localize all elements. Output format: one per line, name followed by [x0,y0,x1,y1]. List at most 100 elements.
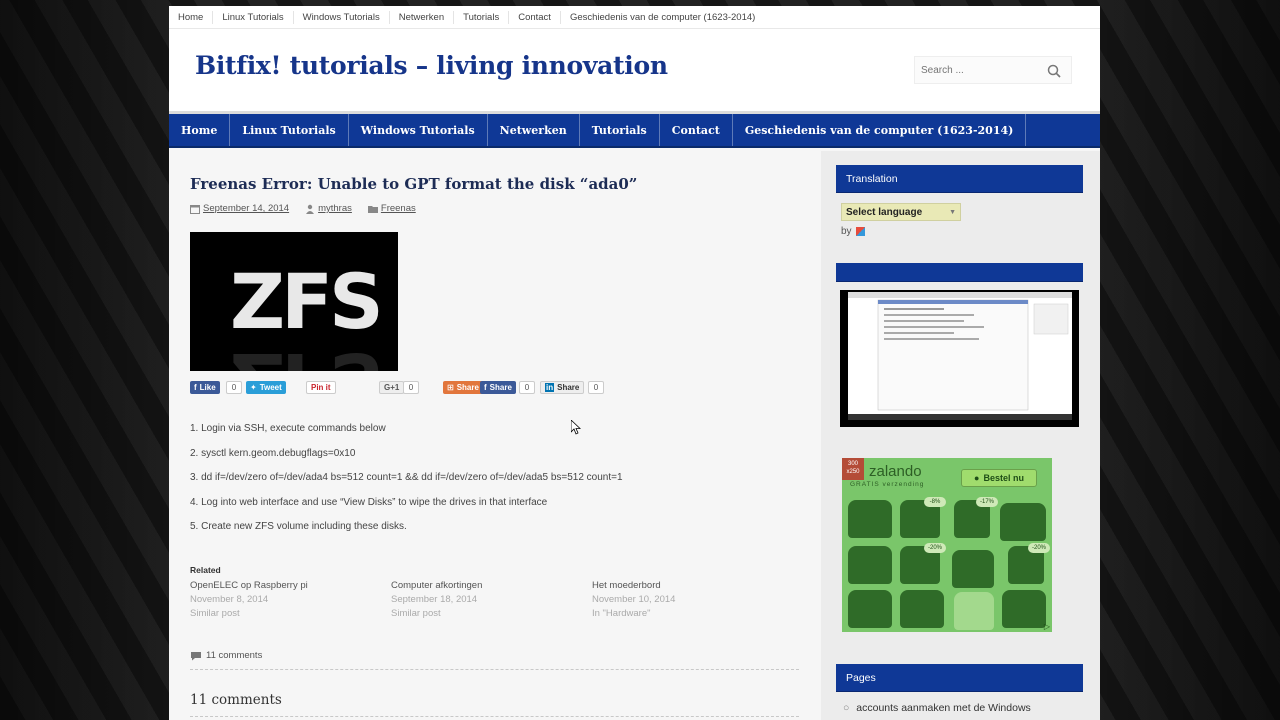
top-navigation: Home Linux Tutorials Windows Tutorials N… [169,6,1100,29]
zfs-image: ZFS ZFS [190,232,398,371]
discount-badge: -17% [976,497,998,507]
screenshot-preview [848,292,1072,420]
pages-widget-title: Pages [836,664,1083,692]
pinterest-button[interactable]: Pin it [306,381,336,394]
comments-heading: 11 comments [190,692,282,708]
ad-order-button[interactable]: ● Bestel nu [961,469,1037,487]
discount-badge: -20% [924,543,946,553]
related-post-note: Similar post [391,608,441,619]
related-post-note: Similar post [190,608,240,619]
post-category[interactable]: Freenas [381,203,416,214]
facebook-share-count: 0 [519,381,535,394]
language-select[interactable]: Select language ▼ [841,203,961,221]
related-post: OpenELEC op Raspberry pi November 8, 201… [190,579,308,621]
related-post-title[interactable]: Computer afkortingen [391,579,482,593]
sidebar: Translation Select language ▼ by 300 x25… [821,151,1100,720]
topnav-geschiedenis[interactable]: Geschiedenis van de computer (1623-2014) [561,11,764,24]
discount-badge: -20% [1028,543,1050,553]
divider [190,669,799,670]
facebook-icon: f [194,383,197,392]
tweet-button[interactable]: ✦ Tweet [246,381,286,394]
facebook-like-button[interactable]: f Like [190,381,220,394]
translation-widget-title: Translation [836,165,1083,193]
step-4: 4. Log into web interface and use “View … [190,496,548,508]
share-bar: f Like 0 ✦ Tweet Pin it G+1 0 ⊞ Share f … [190,381,630,395]
adchoices-icon[interactable]: ▷ [1044,622,1050,631]
twitter-icon: ✦ [250,383,257,392]
topnav-home[interactable]: Home [169,10,214,24]
mainnav-home[interactable]: Home [169,114,231,146]
step-3: 3. dd if=/dev/zero of=/dev/ada4 bs=512 c… [190,472,623,483]
related-post-note: In "Hardware" [592,608,651,619]
related-post: Het moederbord November 10, 2014 In "Har… [592,579,675,621]
mainnav-netwerken[interactable]: Netwerken [488,114,580,146]
video-widget-title [836,263,1083,282]
folder-icon [367,205,378,213]
product-knit-hat[interactable] [1002,590,1046,628]
product-shirt[interactable] [954,592,994,630]
search-icon[interactable] [1047,64,1061,78]
related-heading: Related [190,565,221,575]
divider [190,716,799,717]
linkedin-share-button[interactable]: in Share [540,381,585,394]
topnav-linux-tutorials[interactable]: Linux Tutorials [213,10,294,24]
dropdown-arrow-icon: ▼ [949,208,956,216]
arrow-icon: ● [974,473,980,483]
post-meta: September 14, 2014 mythras Freenas [190,203,416,214]
product-handbag[interactable] [952,550,994,588]
related-post-date: November 8, 2014 [190,594,269,605]
post-title[interactable]: Freenas Error: Unable to GPT format the … [190,175,637,193]
facebook-like-count: 0 [226,381,242,394]
mainnav-geschiedenis[interactable]: Geschiedenis van de computer (1623-2014) [733,114,1027,146]
product-bag[interactable] [1000,503,1046,541]
product-cap[interactable] [848,590,892,628]
product-hat[interactable] [848,546,892,584]
user-icon [306,204,315,214]
search-box [914,56,1072,84]
post-date[interactable]: September 14, 2014 [203,203,289,214]
mainnav-windows-tutorials[interactable]: Windows Tutorials [349,114,488,146]
mainnav-tutorials[interactable]: Tutorials [580,114,660,146]
main-navigation: Home Linux Tutorials Windows Tutorials N… [169,111,1100,148]
product-beanie-2[interactable] [900,590,944,628]
pages-list: ○ accounts aanmaken met de Windows [843,702,1031,714]
topnav-contact[interactable]: Contact [509,10,561,24]
search-input[interactable] [915,64,1035,76]
google-plus-button[interactable]: G+1 [379,381,405,394]
mouse-cursor-icon [571,420,581,435]
zfs-image-text: ZFS [230,257,384,346]
share-icon: ⊞ [447,383,454,392]
google-translate-icon[interactable] [855,227,865,236]
post-body: 1. Login via SSH, execute commands below… [190,423,623,546]
comments-link[interactable]: 11 comments [190,650,262,661]
related-post-title[interactable]: Het moederbord [592,579,675,593]
site-title[interactable]: Bitfix! tutorials – living innovation [195,51,668,80]
mainnav-contact[interactable]: Contact [660,114,733,146]
post-author[interactable]: mythras [318,203,352,214]
video-thumbnail[interactable] [840,290,1079,427]
step-2: 2. sysctl kern.geom.debugflags=0x10 [190,447,356,459]
background-shade-left [0,0,170,720]
related-post-date: September 18, 2014 [391,594,478,605]
topnav-windows-tutorials[interactable]: Windows Tutorials [294,10,390,24]
product-beanie[interactable] [848,500,892,538]
related-post-title[interactable]: OpenELEC op Raspberry pi [190,579,308,593]
translation-credit: by [841,226,865,237]
facebook-share-icon: f [484,383,487,392]
web-page: Home Linux Tutorials Windows Tutorials N… [169,6,1100,720]
topnav-netwerken[interactable]: Netwerken [390,10,455,24]
site-header: Bitfix! tutorials – living innovation [169,29,1100,111]
mainnav-linux-tutorials[interactable]: Linux Tutorials [230,114,349,146]
share-orange-button[interactable]: ⊞ Share [443,381,483,394]
list-item[interactable]: ○ accounts aanmaken met de Windows [843,702,1031,714]
zfs-image-reflection: ZFS [230,336,380,371]
discount-badge: -8% [924,497,946,507]
google-plus-count: 0 [403,381,419,394]
background-shade-right [1100,0,1280,720]
ad-size-badge: 300 x250 [842,458,864,480]
calendar-icon [190,204,200,214]
step-5: 5. Create new ZFS volume including these… [190,521,407,532]
topnav-tutorials[interactable]: Tutorials [454,10,510,24]
facebook-share-button[interactable]: f Share [480,381,516,394]
zalando-ad[interactable]: 300 x250 zalando GRATIS verzending ● Bes… [842,458,1052,632]
